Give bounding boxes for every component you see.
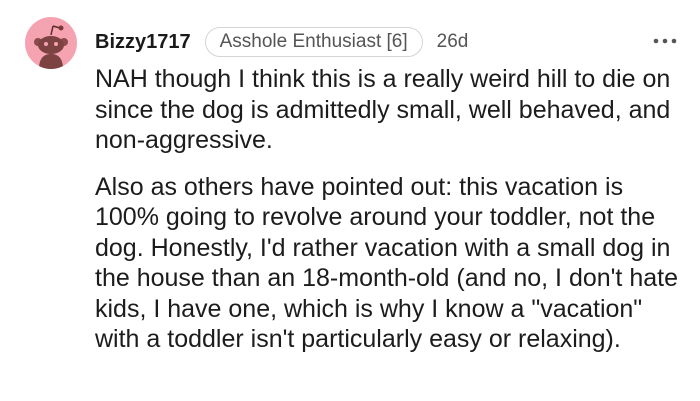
comment-timestamp[interactable]: 26d [437, 31, 469, 53]
comment-body: NAH though I think this is a really weir… [95, 64, 678, 371]
comment-paragraph: Also as others have pointed out: this va… [95, 172, 678, 354]
snoo-avatar-icon [34, 25, 68, 69]
more-options-button[interactable] [650, 29, 680, 53]
comment-paragraph: NAH though I think this is a really weir… [95, 65, 671, 154]
comment: Bizzy1717 Asshole Enthusiast [6] 26d NAH… [0, 0, 700, 401]
comment-header: Bizzy1717 Asshole Enthusiast [6] 26d [95, 27, 680, 57]
user-avatar[interactable] [25, 17, 77, 69]
username-link[interactable]: Bizzy1717 [95, 31, 191, 54]
more-options-icon [653, 38, 677, 44]
user-flair-badge: Asshole Enthusiast [6] [204, 27, 423, 57]
